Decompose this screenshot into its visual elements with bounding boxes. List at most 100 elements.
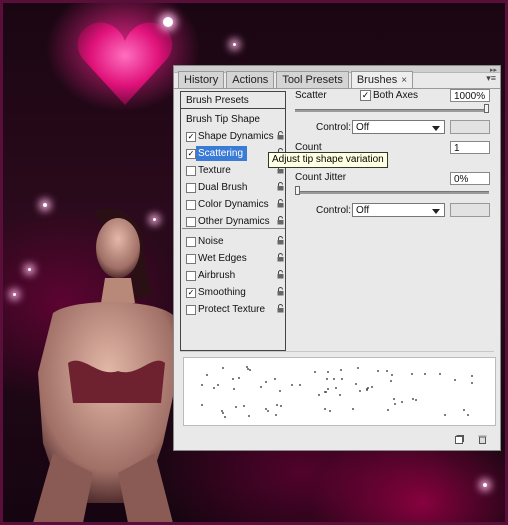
trash-icon[interactable]	[478, 435, 487, 444]
option-label: Texture	[198, 165, 231, 176]
lock-icon[interactable]	[277, 270, 284, 279]
preview-dot	[212, 386, 215, 389]
option-checkbox[interactable]: ✓	[186, 149, 196, 159]
preview-dot	[247, 415, 250, 418]
lock-icon[interactable]	[277, 131, 284, 140]
tab-label: Actions	[232, 74, 269, 86]
preview-dot	[313, 371, 316, 374]
option-checkbox[interactable]	[186, 254, 196, 264]
preview-dot	[267, 410, 269, 413]
option-checkbox[interactable]: ✓	[186, 132, 196, 142]
preview-dot	[393, 398, 396, 401]
option-checkbox[interactable]	[186, 200, 196, 210]
both-axes-checkbox[interactable]: ✓	[360, 90, 371, 101]
preview-dot	[233, 388, 236, 391]
option-label: Color Dynamics	[198, 199, 269, 210]
preview-dot	[327, 370, 330, 373]
brush-tip-shape-item[interactable]: Brush Tip Shape	[186, 114, 260, 125]
brush-option-row[interactable]: ✓ Shape Dynamics	[186, 129, 284, 144]
option-label: Airbrush	[198, 270, 236, 281]
preview-dot	[454, 379, 457, 382]
option-checkbox[interactable]	[186, 183, 196, 193]
preview-dot	[463, 409, 466, 412]
lock-icon[interactable]	[277, 253, 284, 262]
brush-presets-button[interactable]: Brush Presets	[181, 92, 285, 109]
option-label: Wet Edges	[198, 253, 247, 264]
option-checkbox[interactable]	[186, 305, 196, 315]
preview-dot	[205, 373, 208, 376]
lock-icon[interactable]	[277, 182, 284, 191]
control-disabled-field	[450, 120, 490, 134]
close-icon[interactable]: ×	[401, 75, 407, 86]
brush-option-row[interactable]: Airbrush	[186, 268, 284, 283]
list-separator	[182, 228, 285, 229]
tab-tool-presets[interactable]: Tool Presets	[276, 71, 349, 88]
preview-dot	[424, 372, 427, 375]
preview-dot	[354, 382, 357, 385]
preview-dot	[329, 409, 332, 412]
panel-tabs: History Actions Tool Presets Brushes ×	[178, 71, 415, 89]
option-checkbox[interactable]	[186, 166, 196, 176]
count-value-field[interactable]: 1	[450, 141, 490, 154]
scatter-slider-knob[interactable]	[484, 104, 489, 113]
tab-history[interactable]: History	[178, 71, 225, 88]
tab-actions[interactable]: Actions	[226, 71, 275, 88]
preview-dot	[221, 412, 224, 415]
scatter-slider[interactable]	[295, 109, 489, 112]
preview-dot	[327, 387, 330, 390]
option-label: Noise	[198, 236, 224, 247]
preview-dot	[276, 404, 279, 407]
sparkle	[163, 17, 173, 27]
tooltip: Adjust tip shape variation	[268, 152, 388, 168]
lock-icon[interactable]	[277, 199, 284, 208]
scatter-value-field[interactable]: 1000%	[450, 89, 490, 102]
lock-icon[interactable]	[277, 236, 284, 245]
chevron-down-icon	[432, 126, 440, 131]
control-select[interactable]: Off	[352, 120, 445, 134]
count-jitter-slider[interactable]	[295, 191, 489, 194]
option-checkbox[interactable]	[186, 237, 196, 247]
control-label: Control:	[316, 205, 352, 216]
option-checkbox[interactable]: ✓	[186, 288, 196, 298]
preview-dot	[231, 378, 234, 381]
brush-option-row[interactable]: Color Dynamics	[186, 197, 284, 212]
brush-option-row[interactable]: ✓ Smoothing	[186, 285, 284, 300]
lock-icon[interactable]	[277, 216, 284, 225]
brush-stroke-preview	[183, 357, 496, 426]
brush-option-row[interactable]: Wet Edges	[186, 251, 284, 266]
control-label: Control:	[316, 122, 352, 133]
brush-option-row[interactable]: Dual Brush	[186, 180, 284, 195]
count-jitter-label: Count Jitter	[295, 172, 347, 183]
preview-dot	[376, 370, 379, 373]
panel-menu-icon[interactable]: ▾≡	[486, 73, 496, 84]
preview-dot	[299, 383, 302, 386]
control-select-value: Off	[356, 205, 370, 216]
option-label: Scattering	[196, 146, 248, 161]
new-preset-icon[interactable]	[455, 435, 464, 444]
control-select[interactable]: Off	[352, 203, 445, 217]
preview-dot	[412, 398, 414, 400]
preview-dot	[466, 414, 469, 417]
sparkle	[233, 43, 236, 46]
panel-divider	[180, 351, 494, 352]
preview-dot	[237, 377, 240, 380]
brush-option-row[interactable]: Protect Texture	[186, 302, 284, 317]
tab-brushes[interactable]: Brushes ×	[350, 71, 414, 89]
count-jitter-value-field[interactable]: 0%	[450, 172, 490, 185]
preview-dot	[443, 414, 446, 417]
preview-dot	[335, 386, 338, 389]
preview-dot	[357, 367, 360, 370]
preview-dot	[338, 394, 341, 397]
brush-option-row[interactable]: Other Dynamics	[186, 214, 284, 229]
lock-icon[interactable]	[277, 287, 284, 296]
brush-option-row[interactable]: Noise	[186, 234, 284, 249]
preview-dot	[471, 382, 474, 385]
preview-dot	[471, 375, 474, 378]
preview-dot	[339, 368, 342, 371]
count-jitter-slider-knob[interactable]	[295, 186, 300, 195]
both-axes-label: Both Axes	[373, 90, 419, 101]
preview-dot	[217, 383, 220, 386]
option-checkbox[interactable]	[186, 271, 196, 281]
option-checkbox[interactable]	[186, 217, 196, 227]
lock-icon[interactable]	[277, 304, 284, 313]
